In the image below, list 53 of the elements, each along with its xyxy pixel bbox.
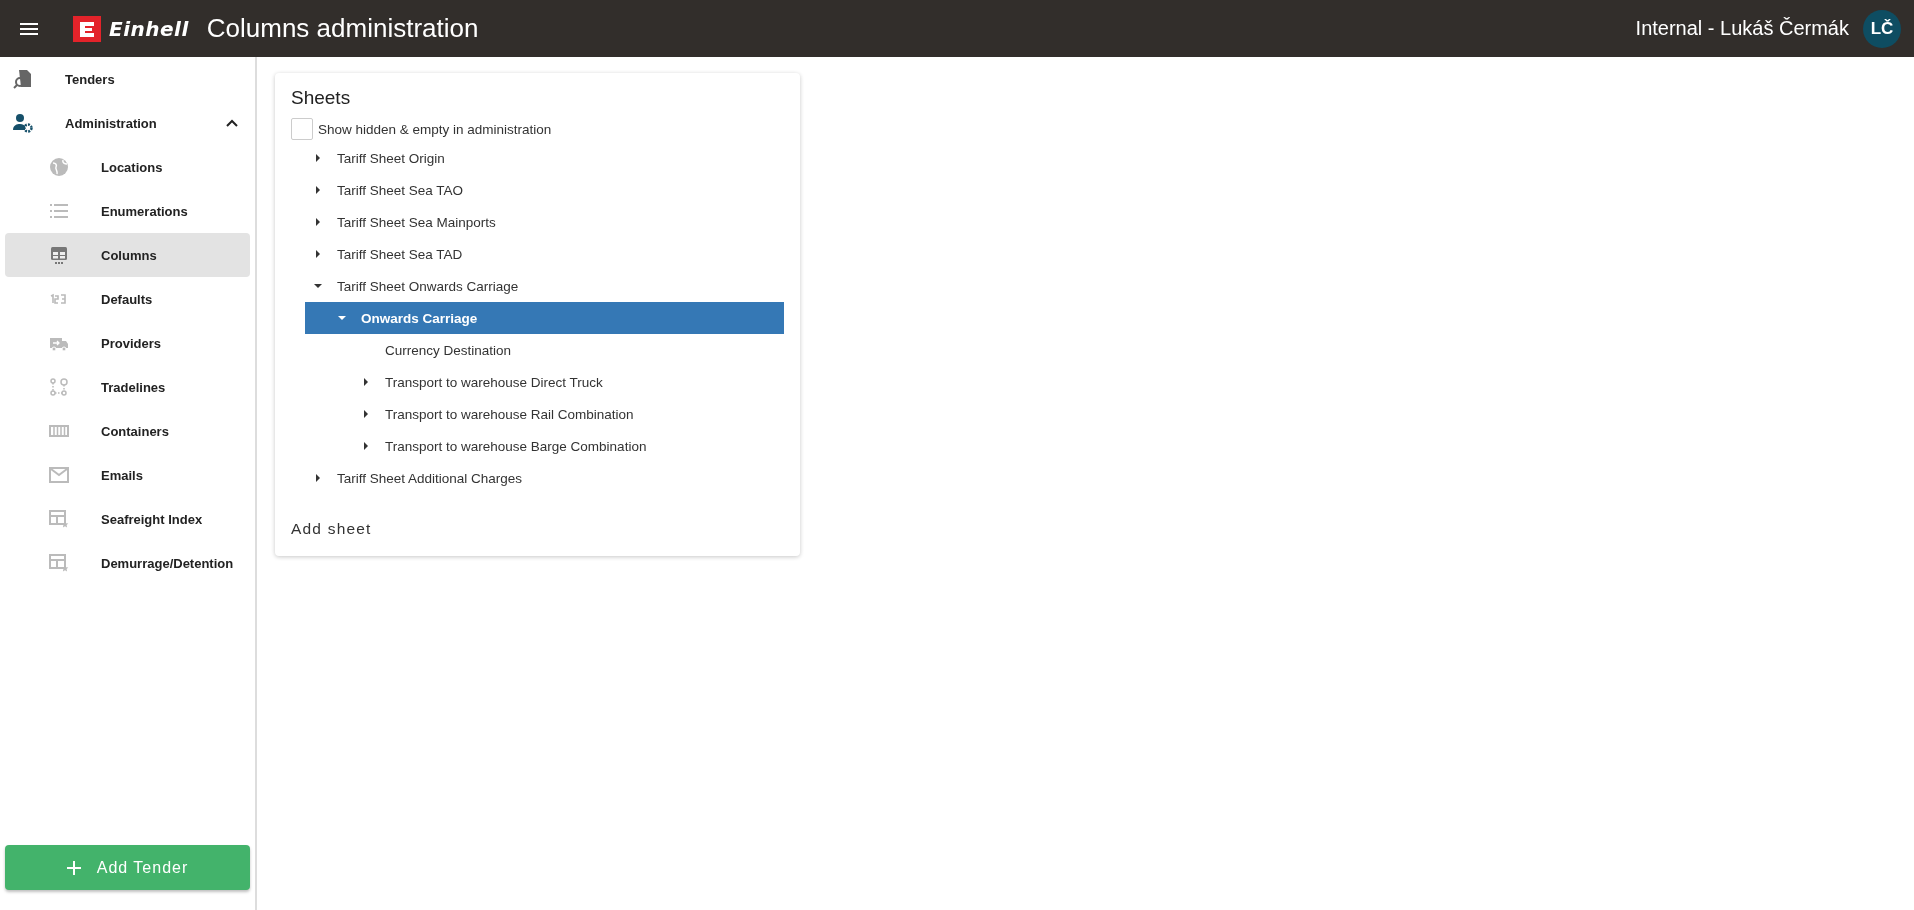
sidebar-item[interactable]: Tradelines	[5, 365, 250, 409]
tree-item[interactable]: Onwards Carriage	[305, 302, 784, 334]
table-icon	[49, 245, 69, 265]
tree-item[interactable]: Transport to warehouse Rail Combination	[305, 398, 784, 430]
globe-icon	[49, 157, 69, 177]
checkbox[interactable]	[291, 118, 313, 140]
logo-text: Einhell	[109, 16, 189, 41]
page-title: Columns administration	[206, 13, 479, 44]
sidebar-item[interactable]: Seafreight Index	[5, 497, 250, 541]
tree-item[interactable]: Currency Destination	[305, 334, 784, 366]
add-sheet-button[interactable]: Add sheet	[291, 516, 372, 542]
sidebar-item[interactable]: Emails	[5, 453, 250, 497]
caret-icon[interactable]	[361, 377, 371, 387]
caret-icon[interactable]	[313, 281, 323, 291]
tree-item[interactable]: Transport to warehouse Direct Truck	[305, 366, 784, 398]
caret-icon[interactable]	[361, 409, 371, 419]
chevron-icon[interactable]	[226, 119, 238, 127]
sidebar-item[interactable]: Tenders	[5, 57, 250, 101]
sidebar-item[interactable]: Demurrage/Detention	[5, 541, 250, 585]
card-title: Sheets	[291, 87, 351, 109]
caret-icon[interactable]	[313, 185, 323, 195]
caret-icon[interactable]	[313, 217, 323, 227]
tree-item[interactable]: Transport to warehouse Barge Combination	[305, 430, 784, 462]
table-star-icon	[49, 509, 69, 529]
table-star-icon	[49, 553, 69, 573]
list-icon	[49, 201, 69, 221]
sidebar-item[interactable]: Enumerations	[5, 189, 250, 233]
caret-icon[interactable]	[313, 249, 323, 259]
document-search-icon	[13, 69, 33, 89]
mail-icon	[49, 465, 69, 485]
tree-item[interactable]: Tariff Sheet Additional Charges	[305, 462, 784, 494]
logo-icon	[73, 15, 101, 42]
tree-item[interactable]: Tariff Sheet Sea TAO	[305, 174, 784, 206]
sidebar-item[interactable]: Defaults	[5, 277, 250, 321]
sidebar-item[interactable]: Locations	[5, 145, 250, 189]
tree-item[interactable]: Tariff Sheet Sea TAD	[305, 238, 784, 270]
user-settings-icon	[13, 113, 33, 133]
route-icon	[49, 377, 69, 397]
sidebar-item[interactable]: Containers	[5, 409, 250, 453]
caret-icon[interactable]	[313, 473, 323, 483]
user-name: Internal - Lukáš Čermák	[1635, 17, 1849, 40]
caret-icon[interactable]	[361, 441, 371, 451]
sidebar-item[interactable]: Providers	[5, 321, 250, 365]
tree-item[interactable]: Tariff Sheet Onwards Carriage	[305, 270, 784, 302]
menu-icon[interactable]	[20, 22, 38, 35]
caret-icon[interactable]	[313, 153, 323, 163]
tree-item[interactable]: Tariff Sheet Origin	[305, 142, 784, 174]
checkbox-label: Show hidden & empty in administration	[318, 121, 552, 137]
plus-icon	[66, 860, 81, 875]
tree-item[interactable]: Tariff Sheet Sea Mainports	[305, 206, 784, 238]
sidebar-item[interactable]: Administration	[5, 101, 250, 145]
user-avatar[interactable]: LČ	[1863, 9, 1901, 48]
sidebar-item[interactable]: Columns	[5, 233, 250, 277]
